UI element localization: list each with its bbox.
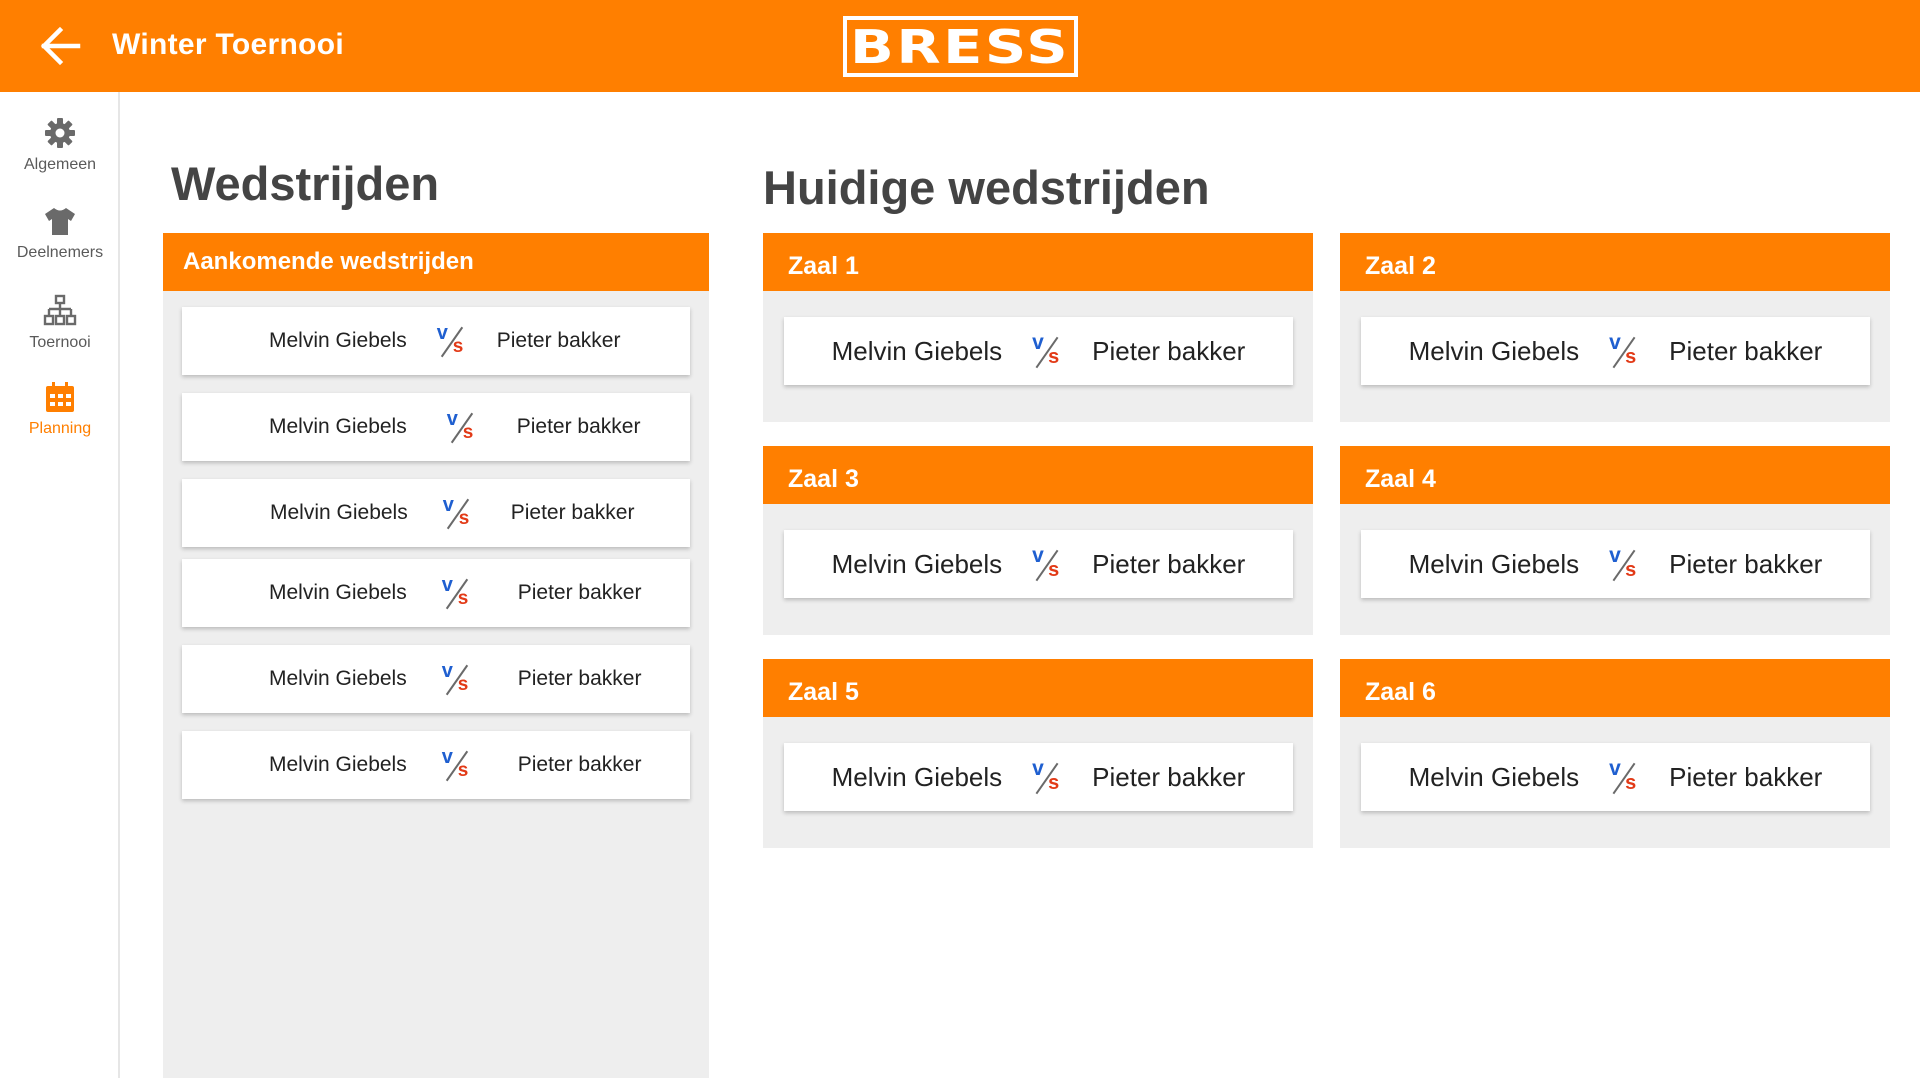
hall-header: Zaal 5 (763, 659, 1313, 717)
hall-header: Zaal 4 (1340, 446, 1890, 504)
tshirt-icon (45, 208, 75, 235)
away-player: Pieter bakker (516, 415, 641, 438)
vs-icon: vs (436, 322, 464, 358)
home-player: Melvin Giebels (269, 753, 407, 776)
page-title: Winter Toernooi (112, 28, 344, 61)
upcoming-match-card[interactable]: Melvin Giebels vs Pieter bakker (182, 479, 690, 547)
sidebar-item-deelnemers[interactable]: Deelnemers (0, 204, 120, 262)
current-match-card[interactable]: Melvin Giebels vs Pieter bakker (784, 317, 1293, 385)
sidebar-item-algemeen[interactable]: Algemeen (0, 116, 120, 174)
current-match-card[interactable]: Melvin Giebels vs Pieter bakker (784, 530, 1293, 598)
vs-icon: vs (1609, 757, 1637, 795)
away-player: Pieter bakker (496, 329, 621, 352)
hall-card: Zaal 3 Melvin Giebels vs Pieter bakker (763, 446, 1313, 635)
calendar-icon (46, 382, 74, 412)
vs-icon: vs (446, 408, 474, 444)
home-player: Melvin Giebels (831, 761, 1003, 792)
away-player: Pieter bakker (1092, 548, 1246, 579)
home-player: Melvin Giebels (269, 581, 407, 604)
current-matches-title: Huidige wedstrijden (763, 161, 1210, 214)
home-player: Melvin Giebels (831, 335, 1003, 366)
vs-icon: vs (441, 660, 469, 696)
home-player: Melvin Giebels (1408, 548, 1580, 579)
hall-card: Zaal 4 Melvin Giebels vs Pieter bakker (1340, 446, 1890, 635)
upcoming-matches-panel: Aankomende wedstrijden Melvin Giebels vs… (163, 233, 709, 1078)
vs-icon: vs (1032, 544, 1060, 582)
home-player: Melvin Giebels (270, 501, 408, 524)
bracket-icon (43, 294, 77, 326)
hall-header: Zaal 1 (763, 233, 1313, 291)
upcoming-match-card[interactable]: Melvin Giebels vs Pieter bakker (182, 645, 690, 713)
arrow-left-icon (40, 26, 81, 66)
away-player: Pieter bakker (510, 501, 635, 524)
sidebar-item-label: Algemeen (23, 156, 97, 173)
gear-icon (45, 118, 75, 148)
vs-icon: vs (1032, 331, 1060, 369)
vs-icon: vs (1609, 331, 1637, 369)
sidebar-item-label: Planning (28, 420, 92, 437)
sidebar-item-label: Deelnemers (16, 244, 104, 261)
back-button[interactable] (40, 26, 82, 66)
sidebar-item-toernooi[interactable]: Toernooi (0, 294, 120, 352)
home-player: Melvin Giebels (269, 667, 407, 690)
sidebar-item-label: Toernooi (29, 334, 91, 351)
hall-card: Zaal 5 Melvin Giebels vs Pieter bakker (763, 659, 1313, 848)
bress-logo: BRESS (843, 16, 1078, 77)
upcoming-match-card[interactable]: Melvin Giebels vs Pieter bakker (182, 731, 690, 799)
upcoming-match-card[interactable]: Melvin Giebels vs Pieter bakker (182, 393, 690, 461)
away-player: Pieter bakker (517, 667, 642, 690)
away-player: Pieter bakker (517, 753, 642, 776)
vs-icon: vs (441, 746, 469, 782)
home-player: Melvin Giebels (1408, 335, 1580, 366)
current-match-card[interactable]: Melvin Giebels vs Pieter bakker (1361, 317, 1870, 385)
away-player: Pieter bakker (1669, 335, 1823, 366)
home-player: Melvin Giebels (831, 548, 1003, 579)
hall-card: Zaal 2 Melvin Giebels vs Pieter bakker (1340, 233, 1890, 422)
away-player: Pieter bakker (1092, 761, 1246, 792)
home-player: Melvin Giebels (269, 329, 407, 352)
away-player: Pieter bakker (517, 581, 642, 604)
hall-card: Zaal 6 Melvin Giebels vs Pieter bakker (1340, 659, 1890, 848)
logo-text: BRESS (850, 19, 1071, 74)
upcoming-match-card[interactable]: Melvin Giebels vs Pieter bakker (182, 559, 690, 627)
vs-icon: vs (1609, 544, 1637, 582)
current-match-card[interactable]: Melvin Giebels vs Pieter bakker (784, 743, 1293, 811)
hall-header: Zaal 6 (1340, 659, 1890, 717)
upcoming-matches-header: Aankomende wedstrijden (163, 233, 709, 291)
vs-icon: vs (442, 494, 470, 530)
sidebar-item-planning[interactable]: Planning (0, 380, 120, 438)
matches-title: Wedstrijden (171, 157, 440, 210)
hall-card: Zaal 1 Melvin Giebels vs Pieter bakker (763, 233, 1313, 422)
hall-header: Zaal 3 (763, 446, 1313, 504)
current-match-card[interactable]: Melvin Giebels vs Pieter bakker (1361, 530, 1870, 598)
upcoming-match-card[interactable]: Melvin Giebels vs Pieter bakker (182, 307, 690, 375)
vs-icon: vs (1032, 757, 1060, 795)
away-player: Pieter bakker (1669, 548, 1823, 579)
home-player: Melvin Giebels (1408, 761, 1580, 792)
vs-icon: vs (441, 574, 469, 610)
current-match-card[interactable]: Melvin Giebels vs Pieter bakker (1361, 743, 1870, 811)
home-player: Melvin Giebels (269, 415, 407, 438)
top-bar: Winter Toernooi BRESS (0, 0, 1920, 92)
away-player: Pieter bakker (1669, 761, 1823, 792)
hall-header: Zaal 2 (1340, 233, 1890, 291)
sidebar: Algemeen Deelnemers Toernooi Planning (0, 92, 120, 1078)
away-player: Pieter bakker (1092, 335, 1246, 366)
